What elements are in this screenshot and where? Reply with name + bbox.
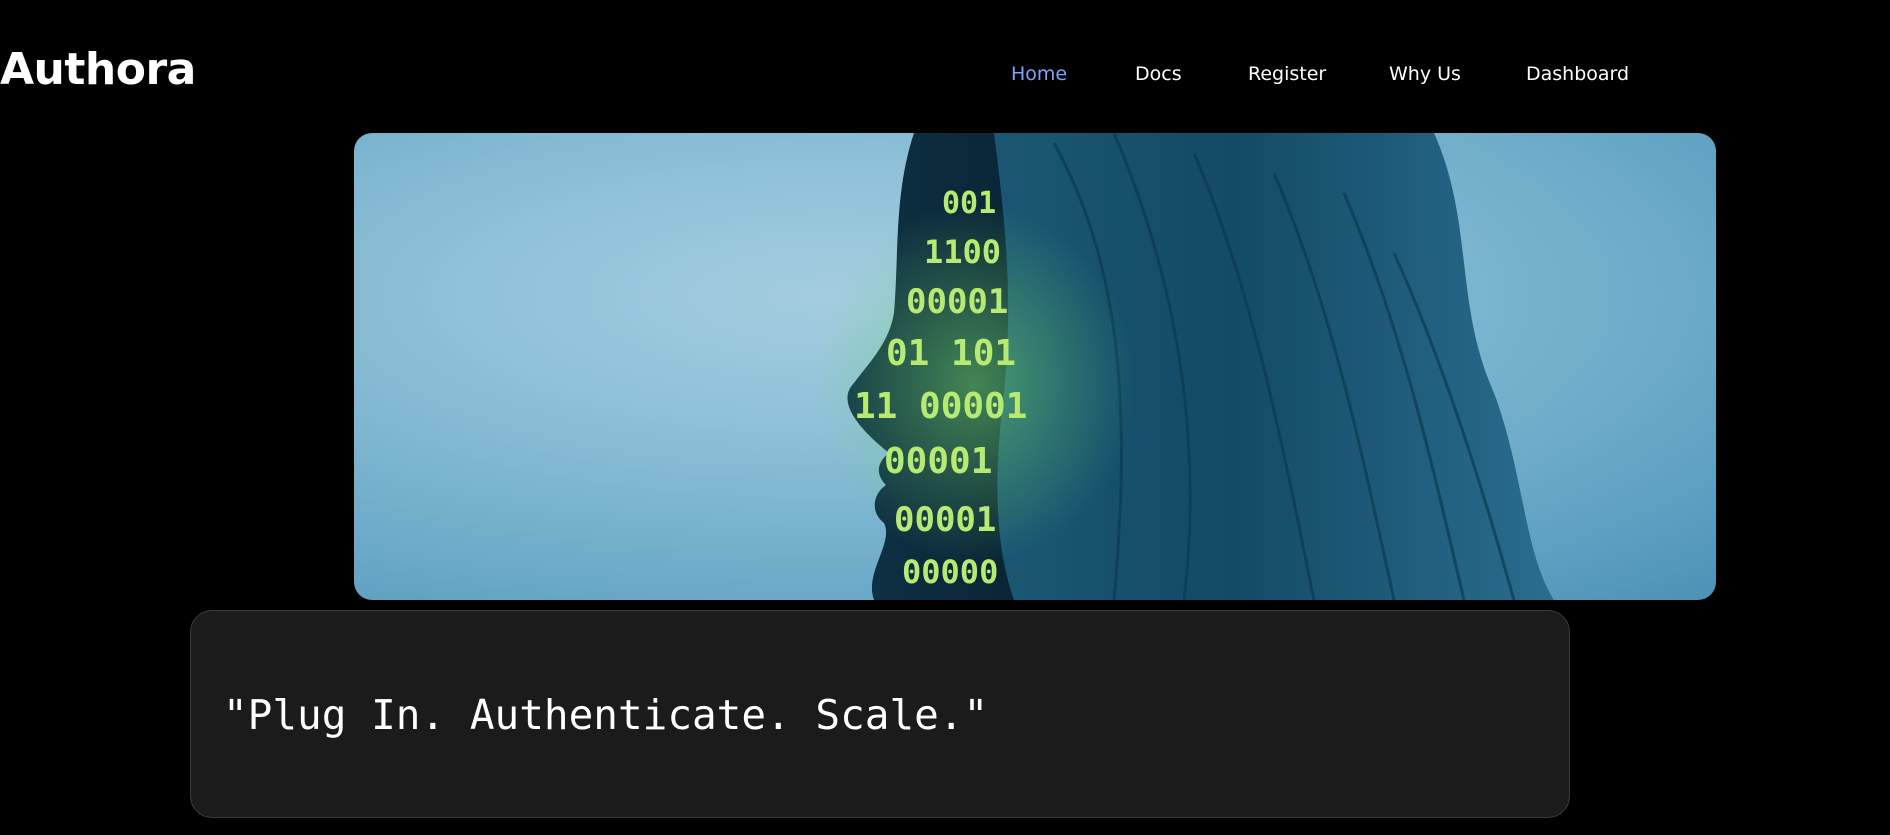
nav-why-us[interactable]: Why Us: [1389, 58, 1461, 90]
tagline-text: "Plug In. Authenticate. Scale.": [223, 691, 989, 739]
binary-line-7: 00001: [894, 500, 996, 540]
tagline-card: "Plug In. Authenticate. Scale.": [190, 610, 1570, 818]
nav-register[interactable]: Register: [1248, 58, 1326, 90]
nav-home[interactable]: Home: [1011, 58, 1067, 90]
binary-line-1: 001: [942, 186, 996, 221]
binary-line-8: 00000: [902, 553, 998, 591]
binary-line-6: 00001: [884, 441, 992, 482]
binary-line-4: 01 101: [886, 333, 1016, 374]
face-binary-illustration: 001 1100 00001 01 101 11 00001 00001 000…: [814, 133, 1554, 600]
nav-dashboard[interactable]: Dashboard: [1526, 58, 1629, 90]
binary-line-5: 11 00001: [854, 386, 1027, 427]
binary-line-2: 1100: [924, 233, 1001, 271]
binary-line-3: 00001: [906, 282, 1008, 322]
nav-docs[interactable]: Docs: [1135, 58, 1182, 90]
hero-image: 001 1100 00001 01 101 11 00001 00001 000…: [354, 133, 1716, 600]
landing-page: Authora Home Docs Register Why Us Dashbo…: [0, 0, 1890, 835]
top-nav: Home Docs Register Why Us Dashboard: [0, 58, 1890, 90]
